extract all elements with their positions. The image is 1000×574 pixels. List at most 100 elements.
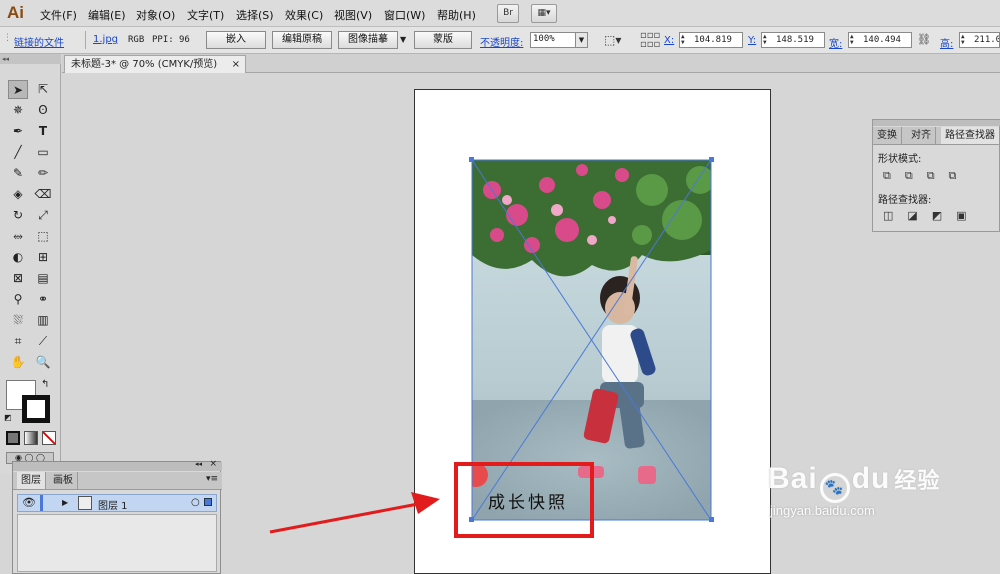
x-field[interactable]: ▲ ▼ 104.819 <box>679 32 743 48</box>
panel-menu-icon[interactable]: ▾≡ <box>206 474 218 484</box>
perspective-grid-tool-icon[interactable]: ⊞ <box>33 248 53 267</box>
layer-row[interactable]: 👁 ▶ 图层 1 ○ <box>17 494 217 512</box>
opacity-link[interactable]: 不透明度: <box>480 34 523 49</box>
mesh-tool-icon[interactable]: ⊠ <box>8 269 28 288</box>
tab-artboards[interactable]: 画板 <box>49 472 78 489</box>
menu-file[interactable]: 文件(F) <box>40 7 77 23</box>
watermark-product: 经验 <box>894 468 941 493</box>
gradient-tool-icon[interactable]: ▤ <box>33 269 53 288</box>
tab-pathfinder[interactable]: 路径查找器 <box>941 127 1000 144</box>
grip-icon: ⋮ <box>3 33 12 43</box>
panel-header <box>873 120 1000 126</box>
opacity-value: 100% <box>533 34 555 44</box>
panel-tab-strip: 变换 对齐 路径查找器 <box>873 127 1000 145</box>
menu-edit[interactable]: 编辑(E) <box>88 7 126 23</box>
default-fill-stroke-icon[interactable]: ◩ <box>4 413 12 422</box>
artboard-tool-icon[interactable]: ⌗ <box>8 332 28 351</box>
tools-panel: ◂◂ ➤ ⇱ ✵ ʘ ✒ T ╱ ▭ ✎ ✏ ◈ ⌫ ↻ ⤢ ⥈ ⬚ ◐ ⊞ ⊠… <box>0 54 61 474</box>
hand-tool-icon[interactable]: ✋ <box>8 353 28 372</box>
pathfinders-label: 路径查找器: <box>878 195 932 206</box>
layer-name[interactable]: 图层 1 <box>98 497 128 512</box>
control-bar: ⋮ 链接的文件 1.jpg RGB PPI: 96 嵌入 编辑原稿 图像描摹 ▼… <box>0 27 1000 54</box>
selection-handle <box>709 517 714 522</box>
selection-indicator-icon[interactable] <box>204 498 212 506</box>
linked-file-link[interactable]: 链接的文件 <box>14 34 64 49</box>
y-label[interactable]: Y: <box>748 35 756 46</box>
menu-view[interactable]: 视图(V) <box>334 7 372 23</box>
slice-tool-icon[interactable]: ⟋ <box>33 332 53 351</box>
arrange-documents-button[interactable]: ▦▾ <box>531 4 557 23</box>
ppi-label: PPI: <box>152 35 174 45</box>
expand-triangle-icon[interactable]: ▶ <box>62 498 68 507</box>
panel-tab-strip: 图层 画板 ▾≡ <box>13 472 222 490</box>
eyedropper-tool-icon[interactable]: ⚲ <box>8 290 28 309</box>
menu-select[interactable]: 选择(S) <box>236 7 274 23</box>
visibility-eye-icon[interactable]: 👁 <box>22 496 36 509</box>
menu-help[interactable]: 帮助(H) <box>437 7 476 23</box>
bridge-button[interactable]: Br <box>497 4 519 23</box>
embed-button[interactable]: 嵌入 <box>206 31 266 49</box>
none-mode-icon[interactable] <box>42 431 56 445</box>
stroke-swatch[interactable] <box>22 395 50 423</box>
tools-header: ◂◂ <box>0 54 61 64</box>
menu-window[interactable]: 窗口(W) <box>384 7 425 23</box>
type-tool-icon[interactable]: T <box>33 122 53 141</box>
pencil-tool-icon[interactable]: ✏ <box>33 164 53 183</box>
image-trace-button[interactable]: 图像描摹 <box>338 31 398 49</box>
gradient-mode-icon[interactable] <box>24 431 38 445</box>
selection-tool-icon[interactable]: ➤ <box>8 80 28 99</box>
mask-button[interactable]: 蒙版 <box>414 31 472 49</box>
symbol-sprayer-tool-icon[interactable]: ⛆ <box>8 311 28 330</box>
stepper-icon: ▲ ▼ <box>850 33 854 46</box>
height-label[interactable]: 高: <box>940 35 953 50</box>
column-graph-tool-icon[interactable]: ▥ <box>33 311 53 330</box>
transform-grid-icon[interactable]: ▫▫▫ ▫▫▫ <box>640 31 660 50</box>
document-tab[interactable]: 未标题-3* @ 70% (CMYK/预览) × <box>64 55 246 73</box>
menu-type[interactable]: 文字(T) <box>187 7 224 23</box>
shape-mode-buttons[interactable]: ⧉⧉⧉⧉ <box>883 169 970 183</box>
annotation-arrow <box>269 492 440 534</box>
rotate-tool-icon[interactable]: ↻ <box>8 206 28 225</box>
opacity-select[interactable]: 100% ▼ <box>530 32 588 48</box>
close-icon[interactable]: × <box>232 56 240 73</box>
scale-tool-icon[interactable]: ⤢ <box>33 206 53 225</box>
link-proportions-icon[interactable]: ⛓ <box>917 33 931 46</box>
close-icon[interactable]: × <box>209 459 217 469</box>
menu-object[interactable]: 对象(O) <box>136 7 175 23</box>
tab-transform[interactable]: 变换 <box>873 127 902 144</box>
selection-handle <box>469 157 474 162</box>
line-tool-icon[interactable]: ╱ <box>8 143 28 162</box>
width-label[interactable]: 宽: <box>829 35 842 50</box>
direct-selection-tool-icon[interactable]: ⇱ <box>33 80 53 99</box>
menu-effect[interactable]: 效果(C) <box>285 7 323 23</box>
zoom-tool-icon[interactable]: 🔍 <box>33 353 53 372</box>
reference-point-icon[interactable]: ⬚▾ <box>604 33 621 47</box>
paintbrush-tool-icon[interactable]: ✎ <box>8 164 28 183</box>
color-mode-icon[interactable] <box>6 431 20 445</box>
divider <box>85 31 86 49</box>
file-name-link[interactable]: 1.jpg <box>93 34 118 45</box>
width-field[interactable]: ▲ ▼ 140.494 <box>848 32 912 48</box>
width-tool-icon[interactable]: ⥈ <box>8 227 28 246</box>
pathfinder-buttons[interactable]: ◫◪◩▣ <box>883 209 981 222</box>
lasso-tool-icon[interactable]: ʘ <box>33 101 53 120</box>
tab-layers[interactable]: 图层 <box>17 472 46 489</box>
collapse-icon[interactable]: ◂◂ <box>195 460 202 468</box>
layers-panel: ◂◂ × 图层 画板 ▾≡ 👁 ▶ 图层 1 ○ <box>12 459 222 574</box>
rectangle-tool-icon[interactable]: ▭ <box>33 143 53 162</box>
swap-fill-stroke-icon[interactable]: ↰ <box>41 379 49 390</box>
edit-original-button[interactable]: 编辑原稿 <box>272 31 332 49</box>
height-field[interactable]: ▲ ▼ 211.0 <box>959 32 1000 48</box>
blob-brush-tool-icon[interactable]: ◈ <box>8 185 28 204</box>
blend-tool-icon[interactable]: ⚭ <box>33 290 53 309</box>
eraser-tool-icon[interactable]: ⌫ <box>33 185 53 204</box>
shape-builder-tool-icon[interactable]: ◐ <box>8 248 28 267</box>
free-transform-tool-icon[interactable]: ⬚ <box>33 227 53 246</box>
y-field[interactable]: ▲ ▼ 148.519 <box>761 32 825 48</box>
pen-tool-icon[interactable]: ✒ <box>8 122 28 141</box>
target-icon[interactable]: ○ <box>191 497 200 508</box>
x-label[interactable]: X: <box>664 35 674 46</box>
tab-align[interactable]: 对齐 <box>907 127 936 144</box>
magic-wand-tool-icon[interactable]: ✵ <box>8 101 28 120</box>
image-trace-dropdown-icon[interactable]: ▼ <box>400 35 406 44</box>
